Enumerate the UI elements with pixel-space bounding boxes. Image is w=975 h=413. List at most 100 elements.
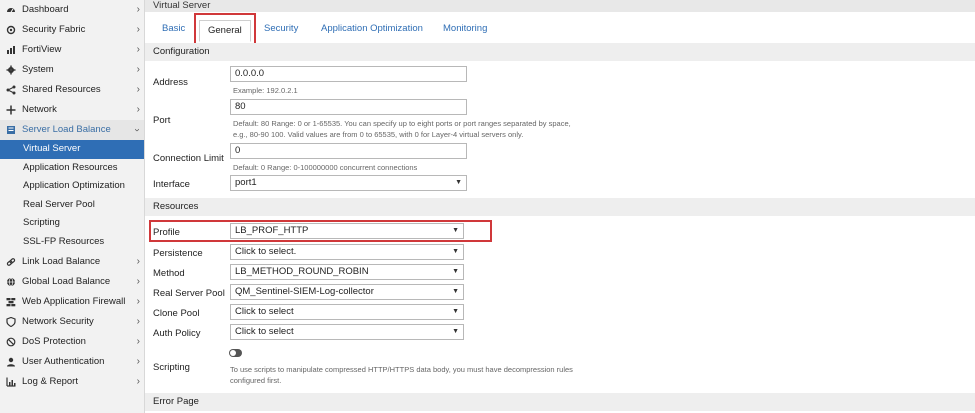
sidebar-item-label: Network Security bbox=[22, 315, 94, 327]
address-hint: Example: 192.0.2.1 bbox=[233, 86, 298, 95]
port-label: Port bbox=[153, 115, 171, 126]
method-label: Method bbox=[153, 268, 185, 279]
sidebar-item-web-application-firewall[interactable]: Web Application Firewall › bbox=[0, 292, 144, 312]
chevron-right-icon: › bbox=[136, 295, 140, 307]
shield-icon bbox=[6, 316, 16, 327]
server-icon bbox=[7, 126, 15, 134]
interface-select-value: port1 bbox=[235, 177, 257, 188]
connection-limit-field[interactable]: 0 bbox=[230, 143, 467, 159]
sidebar-item-label: Shared Resources bbox=[22, 84, 101, 95]
caret-down-icon: ▼ bbox=[452, 288, 459, 295]
sidebar-item-user-authentication[interactable]: User Authentication › bbox=[0, 352, 144, 372]
tab-monitoring[interactable]: Monitoring bbox=[443, 22, 487, 44]
sidebar-item-dashboard[interactable]: Dashboard › bbox=[0, 0, 144, 20]
auth-policy-select-value: Click to select bbox=[235, 326, 294, 337]
real-server-pool-select-value: QM_Sentinel-SIEM-Log-collector bbox=[235, 286, 374, 297]
security-fabric-icon bbox=[6, 25, 16, 35]
address-field[interactable]: 0.0.0.0 bbox=[230, 66, 467, 82]
dos-icon bbox=[6, 337, 16, 346]
tab-application-optimization[interactable]: Application Optimization bbox=[321, 22, 423, 44]
chevron-right-icon: › bbox=[136, 84, 140, 95]
sidebar-item-system[interactable]: System › bbox=[0, 60, 144, 80]
sidebar-item-network[interactable]: Network › bbox=[0, 100, 144, 120]
address-label: Address bbox=[153, 77, 188, 88]
section-header-resources: Resources bbox=[145, 198, 975, 216]
auth-policy-label: Auth Policy bbox=[153, 328, 201, 339]
sidebar-subitem-application-resources[interactable]: Application Resources bbox=[0, 159, 144, 178]
port-field[interactable]: 80 bbox=[230, 99, 467, 115]
share-icon bbox=[6, 85, 16, 95]
real-server-pool-label: Real Server Pool bbox=[153, 288, 225, 299]
scripting-hint-line-2: configured first. bbox=[230, 376, 282, 385]
chevron-right-icon: › bbox=[136, 104, 140, 115]
persistence-label: Persistence bbox=[153, 248, 203, 259]
profile-select[interactable]: LB_PROF_HTTP ▼ bbox=[230, 223, 464, 239]
scripting-toggle[interactable] bbox=[229, 349, 242, 357]
chevron-right-icon: › bbox=[136, 64, 140, 75]
sidebar-subitem-virtual-server[interactable]: Virtual Server bbox=[0, 140, 144, 159]
sidebar-item-label: System bbox=[22, 64, 54, 75]
sidebar-item-fortiview[interactable]: FortiView › bbox=[0, 40, 144, 60]
sidebar-item-log-report[interactable]: Log & Report › bbox=[0, 372, 144, 392]
main-content: Virtual Server Basic General Security Ap… bbox=[145, 0, 975, 413]
sidebar-item-security-fabric[interactable]: Security Fabric › bbox=[0, 20, 144, 40]
sidebar-item-server-load-balance[interactable]: Server Load Balance › bbox=[0, 120, 144, 140]
sidebar-item-global-load-balance[interactable]: Global Load Balance › bbox=[0, 272, 144, 292]
clone-pool-select-value: Click to select bbox=[235, 306, 294, 317]
sidebar-item-label: Security Fabric bbox=[22, 24, 86, 35]
tab-security[interactable]: Security bbox=[264, 22, 298, 44]
dashboard-icon bbox=[7, 8, 15, 13]
firewall-icon bbox=[6, 297, 16, 306]
section-header-configuration: Configuration bbox=[145, 43, 975, 61]
fortiview-icon bbox=[7, 46, 15, 54]
chevron-down-icon: › bbox=[131, 128, 143, 132]
chevron-right-icon: › bbox=[136, 315, 140, 327]
interface-label: Interface bbox=[153, 179, 190, 190]
sidebar-item-label: FortiView bbox=[22, 44, 62, 55]
sidebar-item-shared-resources[interactable]: Shared Resources › bbox=[0, 80, 144, 100]
sidebar-item-dos-protection[interactable]: DoS Protection › bbox=[0, 332, 144, 352]
chevron-right-icon: › bbox=[136, 355, 140, 367]
page-title: Virtual Server bbox=[145, 0, 975, 12]
interface-select[interactable]: port1 ▼ bbox=[230, 175, 467, 191]
clone-pool-select[interactable]: Click to select ▼ bbox=[230, 304, 464, 320]
scripting-label: Scripting bbox=[153, 362, 190, 373]
port-hint-line-1: Default: 80 Range: 0 or 1-65535. You can… bbox=[233, 119, 571, 128]
auth-policy-select[interactable]: Click to select ▼ bbox=[230, 324, 464, 340]
tab-general[interactable]: General bbox=[199, 20, 251, 42]
sidebar-item-label: Link Load Balance bbox=[22, 255, 101, 267]
user-icon bbox=[7, 357, 15, 367]
tab-basic[interactable]: Basic bbox=[162, 22, 185, 44]
profile-label: Profile bbox=[153, 227, 180, 238]
scripting-hint-line-1: To use scripts to manipulate compressed … bbox=[230, 365, 573, 374]
sidebar-item-label: DoS Protection bbox=[22, 335, 86, 347]
chevron-right-icon: › bbox=[136, 375, 140, 387]
caret-down-icon: ▼ bbox=[452, 268, 459, 275]
caret-down-icon: ▼ bbox=[455, 179, 462, 186]
tab-bar: Basic General Security Application Optim… bbox=[145, 12, 975, 45]
chevron-right-icon: › bbox=[136, 4, 140, 15]
caret-down-icon: ▼ bbox=[452, 328, 459, 335]
globe-icon bbox=[7, 277, 15, 286]
sidebar-item-link-load-balance[interactable]: Link Load Balance › bbox=[0, 252, 144, 272]
port-hint-line-2: e.g., 80-90 100. Valid values are from 0… bbox=[233, 130, 524, 139]
caret-down-icon: ▼ bbox=[452, 248, 459, 255]
persistence-select-value: Click to select. bbox=[235, 246, 297, 257]
chevron-right-icon: › bbox=[136, 255, 140, 267]
sidebar-item-label: Dashboard bbox=[22, 4, 69, 15]
sidebar-subitem-ssl-fp-resources[interactable]: SSL-FP Resources bbox=[0, 233, 144, 252]
sidebar-item-label: Network bbox=[22, 104, 57, 115]
method-select[interactable]: LB_METHOD_ROUND_ROBIN ▼ bbox=[230, 264, 464, 280]
caret-down-icon: ▼ bbox=[452, 227, 459, 234]
connection-limit-label: Connection Limit bbox=[153, 153, 224, 164]
network-icon bbox=[6, 105, 16, 115]
sidebar-item-network-security[interactable]: Network Security › bbox=[0, 312, 144, 332]
sidebar-subitem-real-server-pool[interactable]: Real Server Pool bbox=[0, 196, 144, 215]
gear-icon bbox=[6, 65, 16, 75]
chevron-right-icon: › bbox=[136, 335, 140, 347]
sidebar-subitem-scripting[interactable]: Scripting bbox=[0, 214, 144, 233]
sidebar-subitem-application-optimization[interactable]: Application Optimization bbox=[0, 177, 144, 196]
real-server-pool-select[interactable]: QM_Sentinel-SIEM-Log-collector ▼ bbox=[230, 284, 464, 300]
persistence-select[interactable]: Click to select. ▼ bbox=[230, 244, 464, 260]
chevron-right-icon: › bbox=[136, 24, 140, 35]
